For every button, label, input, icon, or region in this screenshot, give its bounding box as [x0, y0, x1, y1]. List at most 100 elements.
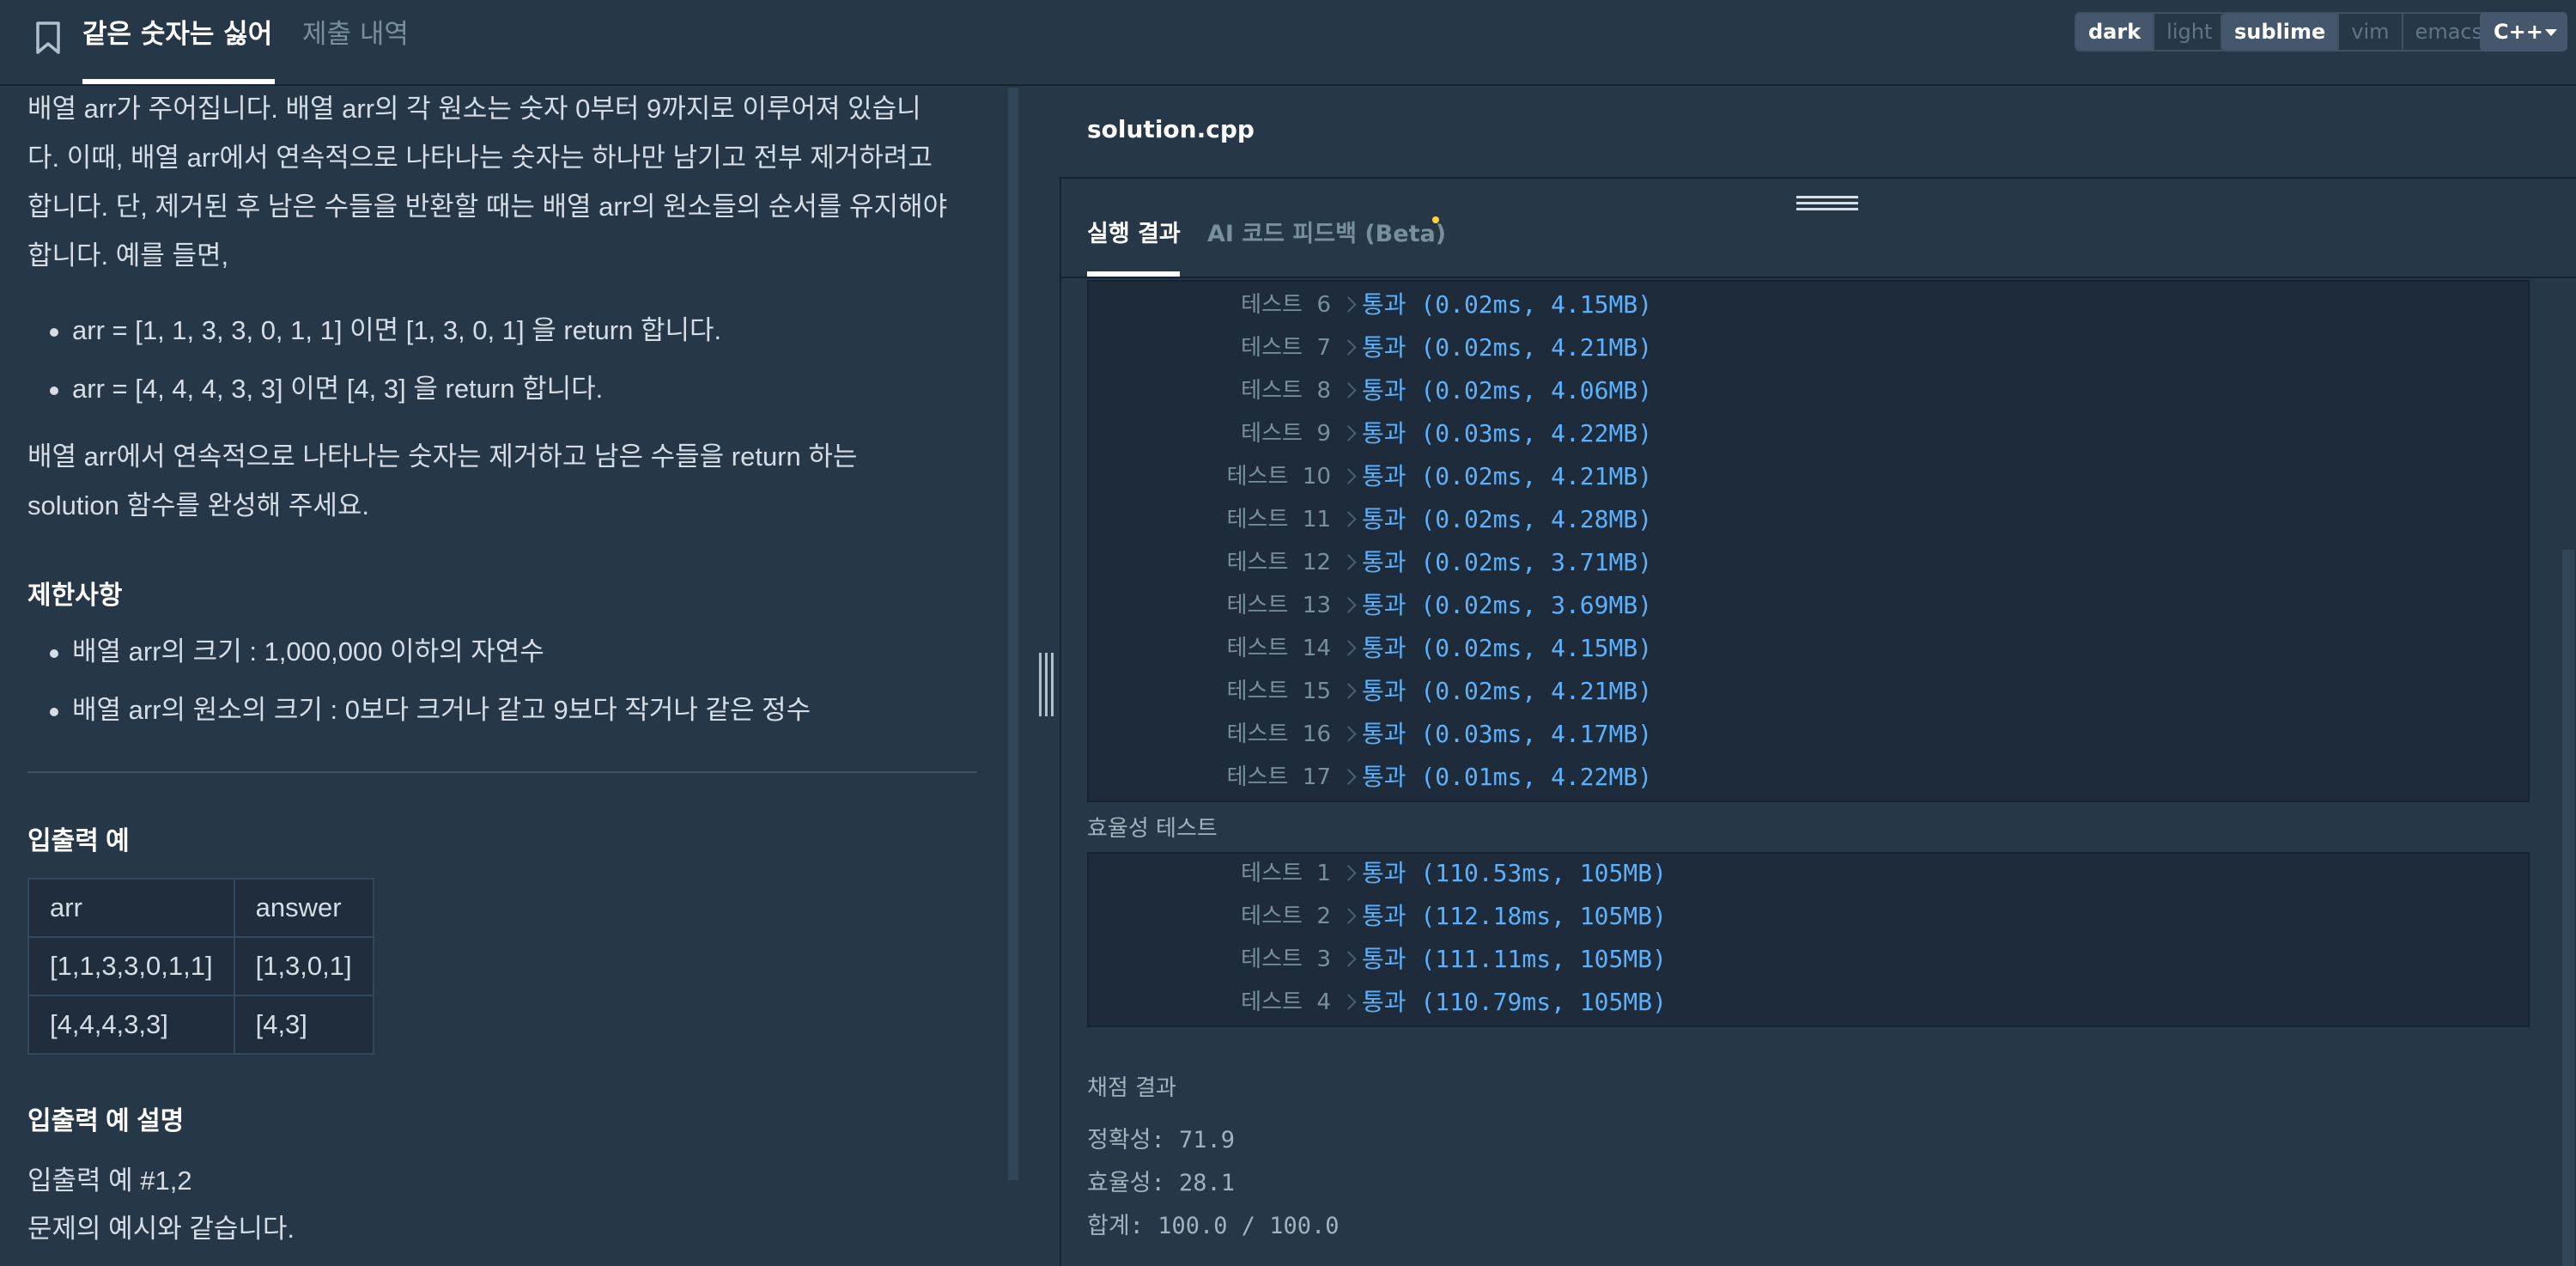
test-case-result: 통과 (110.53ms, 105MB) [1362, 859, 1667, 887]
tab-submissions[interactable]: 제출 내역 [302, 15, 409, 53]
keymap-vim-button[interactable]: vim [2337, 14, 2401, 50]
result-tab-indicator [1087, 271, 1180, 277]
accuracy-score: 정확성: 71.9 [1087, 1127, 1236, 1153]
test-case-label: 테스트 15 [1226, 679, 1331, 704]
problem-description-line: 다. 이때, 배열 arr에서 연속적으로 나타나는 숫자는 하나만 남기고 전… [27, 143, 933, 173]
keymap-toggle: sublime vim emacs [2221, 12, 2497, 52]
table-row: [4,4,4,3,3] [4,3] [27, 995, 374, 1055]
language-select[interactable]: C++ [2480, 12, 2567, 52]
test-case-result: 통과 (0.03ms, 4.22MB) [1362, 419, 1653, 447]
problem-description-line: 합니다. 예를 들면, [27, 240, 229, 271]
test-case-result: 통과 (0.02ms, 4.06MB) [1362, 376, 1653, 405]
chevron-right-icon[interactable] [1341, 981, 1358, 1024]
test-case-label: 테스트 2 [1241, 904, 1331, 929]
chevron-right-icon[interactable] [1341, 713, 1358, 756]
table-cell: [4,3] [233, 995, 374, 1055]
task-line: 배열 arr에서 연속적으로 나타나는 숫자는 제거하고 남은 수들을 retu… [27, 441, 858, 472]
test-case-result: 통과 (0.02ms, 4.21MB) [1362, 462, 1653, 490]
constraint-item: 배열 arr의 원소의 크기 : 0보다 크거나 같고 9보다 작거나 같은 정… [49, 685, 811, 735]
test-case-result: 통과 (0.02ms, 3.71MB) [1362, 548, 1653, 576]
table-header-cell: answer [233, 878, 374, 938]
io-example-table: arr answer [1,1,3,3,0,1,1] [1,3,0,1] [4,… [27, 878, 374, 1055]
chevron-right-icon[interactable] [1341, 756, 1358, 799]
test-case-label: 테스트 14 [1226, 636, 1331, 661]
tab-ai-feedback[interactable]: AI 코드 피드백 (Beta) [1207, 215, 1446, 248]
problem-description-line: 합니다. 단, 제거된 후 남은 수들을 반환할 때는 배열 arr의 원소들의… [27, 192, 948, 222]
tab-problem[interactable]: 같은 숫자는 싫어 [82, 15, 272, 53]
chevron-right-icon[interactable] [1341, 369, 1358, 412]
tab-run-result[interactable]: 실행 결과 [1087, 215, 1181, 248]
test-case-label: 테스트 8 [1241, 378, 1331, 404]
chevron-right-icon[interactable] [1341, 541, 1358, 584]
test-case-label: 테스트 3 [1241, 946, 1331, 972]
chevron-right-icon[interactable] [1341, 670, 1358, 713]
test-case-label: 테스트 1 [1241, 861, 1331, 886]
theme-light-button[interactable]: light [2153, 14, 2224, 50]
results-scrollbar[interactable] [2562, 550, 2574, 1266]
test-case-label: 테스트 10 [1226, 464, 1331, 490]
section-divider [27, 771, 977, 773]
chevron-right-icon[interactable] [1341, 326, 1358, 369]
test-case-label: 테스트 4 [1241, 989, 1331, 1015]
chevron-right-icon[interactable] [1341, 627, 1358, 670]
table-cell: [4,4,4,3,3] [27, 995, 235, 1055]
test-case-label: 테스트 13 [1226, 593, 1331, 618]
test-case-result: 통과 (0.02ms, 4.28MB) [1362, 505, 1653, 533]
chevron-right-icon[interactable] [1341, 895, 1358, 938]
chevron-right-icon[interactable] [1341, 455, 1358, 498]
chevron-right-icon[interactable] [1341, 852, 1358, 895]
table-header-row: arr answer [27, 878, 374, 938]
file-tab-bar [1060, 86, 2576, 179]
table-row: [1,1,3,3,0,1,1] [1,3,0,1] [27, 936, 374, 996]
test-case-result: 통과 (111.11ms, 105MB) [1362, 945, 1667, 973]
test-case-label: 테스트 6 [1241, 292, 1331, 318]
test-case-label: 테스트 11 [1226, 507, 1331, 533]
file-name-tab[interactable]: solution.cpp [1087, 115, 1255, 143]
test-case-result: 통과 (0.03ms, 4.17MB) [1362, 720, 1653, 748]
language-select-value: C++ [2494, 20, 2543, 44]
test-case-label: 테스트 12 [1226, 550, 1331, 575]
task-line: solution 함수를 완성해 주세요. [27, 490, 369, 520]
test-case-label: 테스트 9 [1241, 421, 1331, 447]
test-case-result: 통과 (0.02ms, 4.15MB) [1362, 290, 1653, 319]
chevron-right-icon[interactable] [1341, 498, 1358, 541]
test-case-result: 통과 (0.02ms, 4.15MB) [1362, 634, 1653, 662]
test-case-result: 통과 (0.02ms, 4.21MB) [1362, 677, 1653, 705]
table-cell: [1,3,0,1] [233, 936, 374, 996]
table-header-cell: arr [27, 878, 235, 938]
test-case-result: 통과 (0.02ms, 3.69MB) [1362, 591, 1653, 619]
problem-scrollbar[interactable] [1008, 88, 1018, 1180]
io-explain-line: 문제의 예시와 같습니다. [27, 1214, 295, 1244]
efficiency-score: 효율성: 28.1 [1087, 1170, 1236, 1196]
table-cell: [1,1,3,3,0,1,1] [27, 936, 235, 996]
example-item: arr = [1, 1, 3, 3, 0, 1, 1] 이면 [1, 3, 0,… [49, 306, 721, 356]
bookmark-icon[interactable] [33, 21, 64, 55]
test-case-result: 통과 (0.01ms, 4.22MB) [1362, 763, 1653, 791]
total-score: 합계: 100.0 / 100.0 [1087, 1213, 1340, 1239]
test-case-label: 테스트 7 [1241, 335, 1331, 361]
io-heading: 입출력 예 [27, 827, 130, 855]
efficiency-heading: 효율성 테스트 [1087, 816, 1218, 842]
test-case-result: 통과 (112.18ms, 105MB) [1362, 902, 1667, 930]
keymap-sublime-button[interactable]: sublime [2222, 14, 2338, 50]
chevron-right-icon[interactable] [1341, 938, 1358, 981]
resize-handle-icon[interactable] [1796, 194, 1858, 213]
io-explain-heading: 입출력 예 설명 [27, 1107, 185, 1135]
splitter-grip-icon[interactable] [1037, 653, 1054, 716]
test-case-result: 통과 (110.79ms, 105MB) [1362, 988, 1667, 1016]
test-case-label: 테스트 16 [1226, 721, 1331, 747]
chevron-right-icon[interactable] [1341, 584, 1358, 627]
chevron-right-icon[interactable] [1341, 412, 1358, 455]
test-case-label: 테스트 17 [1226, 764, 1331, 790]
theme-dark-button[interactable]: dark [2076, 14, 2154, 50]
new-badge-dot [1432, 216, 1439, 223]
chevron-down-icon [2545, 29, 2557, 36]
example-item: arr = [4, 4, 4, 3, 3] 이면 [4, 3] 을 return… [49, 364, 603, 414]
constraint-item: 배열 arr의 크기 : 1,000,000 이하의 자연수 [50, 627, 544, 677]
constraints-heading: 제한사항 [27, 581, 123, 610]
io-explain-line: 입출력 예 #1,2 [27, 1166, 192, 1196]
chevron-right-icon[interactable] [1341, 283, 1358, 326]
grading-heading: 채점 결과 [1087, 1075, 1176, 1101]
theme-toggle: dark light [2075, 12, 2227, 52]
problem-description-line: 배열 arr가 주어집니다. 배열 arr의 각 원소는 숫자 0부터 9까지로… [27, 94, 921, 124]
